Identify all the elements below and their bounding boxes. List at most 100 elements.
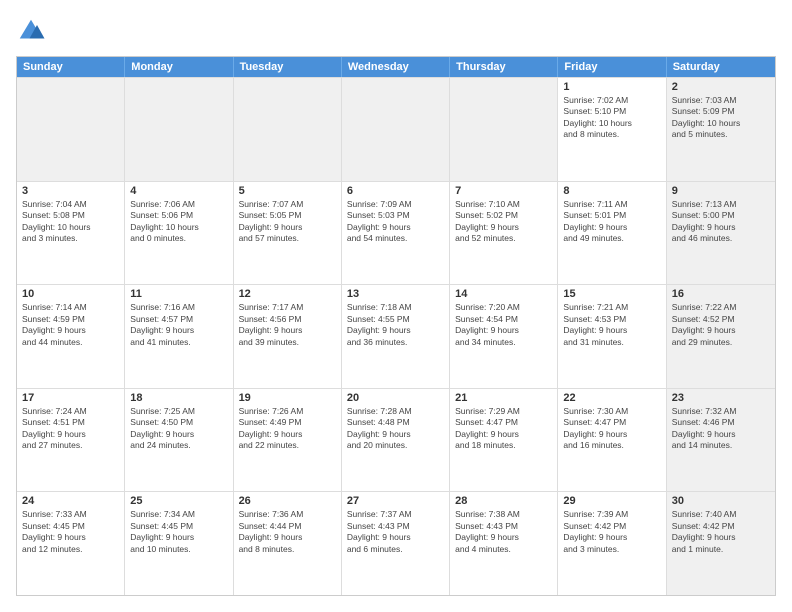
day-number: 13 — [347, 288, 444, 300]
day-info: Sunrise: 7:04 AM Sunset: 5:08 PM Dayligh… — [22, 199, 119, 245]
day-number: 10 — [22, 288, 119, 300]
day-number: 4 — [130, 185, 227, 197]
day-number: 26 — [239, 495, 336, 507]
calendar-cell: 2Sunrise: 7:03 AM Sunset: 5:09 PM Daylig… — [667, 78, 775, 181]
logo-icon — [16, 16, 46, 46]
day-number: 8 — [563, 185, 660, 197]
calendar-cell: 10 Sunrise: 7:14 AM Sunset: 4:59 PM Dayli… — [17, 285, 125, 388]
calendar-cell: 15 Sunrise: 7:21 AM Sunset: 4:53 PM Dayli… — [558, 285, 666, 388]
day-info: Sunrise: 7:32 AM Sunset: 4:46 PM Dayligh… — [672, 406, 770, 452]
day-info: Sunrise: 7:21 AM Sunset: 4:53 PM Dayligh… — [563, 302, 660, 348]
calendar-row: 24 Sunrise: 7:33 AM Sunset: 4:45 PM Dayli… — [17, 491, 775, 595]
calendar-cell: 26 Sunrise: 7:36 AM Sunset: 4:44 PM Dayli… — [234, 492, 342, 595]
calendar-cell: 12 Sunrise: 7:17 AM Sunset: 4:56 PM Dayli… — [234, 285, 342, 388]
calendar-cell: 5 Sunrise: 7:07 AM Sunset: 5:05 PM Daylig… — [234, 182, 342, 285]
calendar-cell: 22 Sunrise: 7:30 AM Sunset: 4:47 PM Dayli… — [558, 389, 666, 492]
day-info: Sunrise: 7:40 AM Sunset: 4:42 PM Dayligh… — [672, 509, 770, 555]
day-number: 22 — [563, 392, 660, 404]
calendar-cell: 9 Sunrise: 7:13 AM Sunset: 5:00 PM Daylig… — [667, 182, 775, 285]
calendar-cell — [125, 78, 233, 181]
page: SundayMondayTuesdayWednesdayThursdayFrid… — [0, 0, 792, 612]
day-number: 5 — [239, 185, 336, 197]
day-number: 25 — [130, 495, 227, 507]
calendar-cell: 13 Sunrise: 7:18 AM Sunset: 4:55 PM Dayli… — [342, 285, 450, 388]
logo — [16, 16, 50, 46]
day-number: 2 — [672, 81, 770, 93]
header-day: Monday — [125, 57, 233, 77]
calendar-cell: 29 Sunrise: 7:39 AM Sunset: 4:42 PM Dayli… — [558, 492, 666, 595]
day-info: Sunrise: 7:18 AM Sunset: 4:55 PM Dayligh… — [347, 302, 444, 348]
day-info: Sunrise: 7:10 AM Sunset: 5:02 PM Dayligh… — [455, 199, 552, 245]
day-number: 23 — [672, 392, 770, 404]
day-number: 27 — [347, 495, 444, 507]
header-day: Friday — [558, 57, 666, 77]
day-number: 29 — [563, 495, 660, 507]
day-info: Sunrise: 7:20 AM Sunset: 4:54 PM Dayligh… — [455, 302, 552, 348]
day-info: Sunrise: 7:09 AM Sunset: 5:03 PM Dayligh… — [347, 199, 444, 245]
day-number: 15 — [563, 288, 660, 300]
header-day: Wednesday — [342, 57, 450, 77]
header-day: Tuesday — [234, 57, 342, 77]
day-info: Sunrise: 7:30 AM Sunset: 4:47 PM Dayligh… — [563, 406, 660, 452]
calendar-cell: 8Sunrise: 7:11 AM Sunset: 5:01 PM Daylig… — [558, 182, 666, 285]
day-number: 11 — [130, 288, 227, 300]
calendar-body: 1Sunrise: 7:02 AM Sunset: 5:10 PM Daylig… — [17, 77, 775, 595]
calendar-row: 10 Sunrise: 7:14 AM Sunset: 4:59 PM Dayli… — [17, 284, 775, 388]
calendar-cell: 27 Sunrise: 7:37 AM Sunset: 4:43 PM Dayli… — [342, 492, 450, 595]
calendar-cell: 6 Sunrise: 7:09 AM Sunset: 5:03 PM Daylig… — [342, 182, 450, 285]
day-number: 7 — [455, 185, 552, 197]
calendar-cell: 3 Sunrise: 7:04 AM Sunset: 5:08 PM Daylig… — [17, 182, 125, 285]
calendar-cell: 23 Sunrise: 7:32 AM Sunset: 4:46 PM Dayli… — [667, 389, 775, 492]
calendar-header: SundayMondayTuesdayWednesdayThursdayFrid… — [17, 57, 775, 77]
day-number: 24 — [22, 495, 119, 507]
day-info: Sunrise: 7:29 AM Sunset: 4:47 PM Dayligh… — [455, 406, 552, 452]
calendar-cell: 14 Sunrise: 7:20 AM Sunset: 4:54 PM Dayli… — [450, 285, 558, 388]
calendar-cell: 18 Sunrise: 7:25 AM Sunset: 4:50 PM Dayli… — [125, 389, 233, 492]
day-info: Sunrise: 7:02 AM Sunset: 5:10 PM Dayligh… — [563, 95, 660, 141]
day-info: Sunrise: 7:25 AM Sunset: 4:50 PM Dayligh… — [130, 406, 227, 452]
calendar-cell: 25 Sunrise: 7:34 AM Sunset: 4:45 PM Dayli… — [125, 492, 233, 595]
day-info: Sunrise: 7:22 AM Sunset: 4:52 PM Dayligh… — [672, 302, 770, 348]
calendar-cell: 11 Sunrise: 7:16 AM Sunset: 4:57 PM Dayli… — [125, 285, 233, 388]
day-number: 3 — [22, 185, 119, 197]
calendar-cell: 20 Sunrise: 7:28 AM Sunset: 4:48 PM Dayli… — [342, 389, 450, 492]
day-number: 9 — [672, 185, 770, 197]
day-number: 18 — [130, 392, 227, 404]
day-number: 17 — [22, 392, 119, 404]
calendar-cell: 1Sunrise: 7:02 AM Sunset: 5:10 PM Daylig… — [558, 78, 666, 181]
calendar-cell: 4 Sunrise: 7:06 AM Sunset: 5:06 PM Daylig… — [125, 182, 233, 285]
calendar-cell: 16 Sunrise: 7:22 AM Sunset: 4:52 PM Dayli… — [667, 285, 775, 388]
calendar-cell — [342, 78, 450, 181]
day-info: Sunrise: 7:36 AM Sunset: 4:44 PM Dayligh… — [239, 509, 336, 555]
header-day: Thursday — [450, 57, 558, 77]
day-info: Sunrise: 7:33 AM Sunset: 4:45 PM Dayligh… — [22, 509, 119, 555]
day-info: Sunrise: 7:28 AM Sunset: 4:48 PM Dayligh… — [347, 406, 444, 452]
day-info: Sunrise: 7:24 AM Sunset: 4:51 PM Dayligh… — [22, 406, 119, 452]
calendar-cell: 30Sunrise: 7:40 AM Sunset: 4:42 PM Dayli… — [667, 492, 775, 595]
day-number: 14 — [455, 288, 552, 300]
calendar-cell — [450, 78, 558, 181]
day-info: Sunrise: 7:14 AM Sunset: 4:59 PM Dayligh… — [22, 302, 119, 348]
calendar-cell — [234, 78, 342, 181]
calendar-row: 3 Sunrise: 7:04 AM Sunset: 5:08 PM Daylig… — [17, 181, 775, 285]
day-info: Sunrise: 7:17 AM Sunset: 4:56 PM Dayligh… — [239, 302, 336, 348]
day-info: Sunrise: 7:39 AM Sunset: 4:42 PM Dayligh… — [563, 509, 660, 555]
day-info: Sunrise: 7:16 AM Sunset: 4:57 PM Dayligh… — [130, 302, 227, 348]
calendar-cell: 21Sunrise: 7:29 AM Sunset: 4:47 PM Dayli… — [450, 389, 558, 492]
calendar-cell: 28Sunrise: 7:38 AM Sunset: 4:43 PM Dayli… — [450, 492, 558, 595]
calendar-row: 17 Sunrise: 7:24 AM Sunset: 4:51 PM Dayli… — [17, 388, 775, 492]
header-day: Saturday — [667, 57, 775, 77]
day-info: Sunrise: 7:37 AM Sunset: 4:43 PM Dayligh… — [347, 509, 444, 555]
day-info: Sunrise: 7:34 AM Sunset: 4:45 PM Dayligh… — [130, 509, 227, 555]
day-number: 20 — [347, 392, 444, 404]
day-number: 6 — [347, 185, 444, 197]
calendar-cell: 17 Sunrise: 7:24 AM Sunset: 4:51 PM Dayli… — [17, 389, 125, 492]
calendar: SundayMondayTuesdayWednesdayThursdayFrid… — [16, 56, 776, 596]
day-number: 19 — [239, 392, 336, 404]
day-number: 16 — [672, 288, 770, 300]
day-info: Sunrise: 7:06 AM Sunset: 5:06 PM Dayligh… — [130, 199, 227, 245]
day-number: 28 — [455, 495, 552, 507]
day-number: 12 — [239, 288, 336, 300]
day-info: Sunrise: 7:07 AM Sunset: 5:05 PM Dayligh… — [239, 199, 336, 245]
day-info: Sunrise: 7:13 AM Sunset: 5:00 PM Dayligh… — [672, 199, 770, 245]
